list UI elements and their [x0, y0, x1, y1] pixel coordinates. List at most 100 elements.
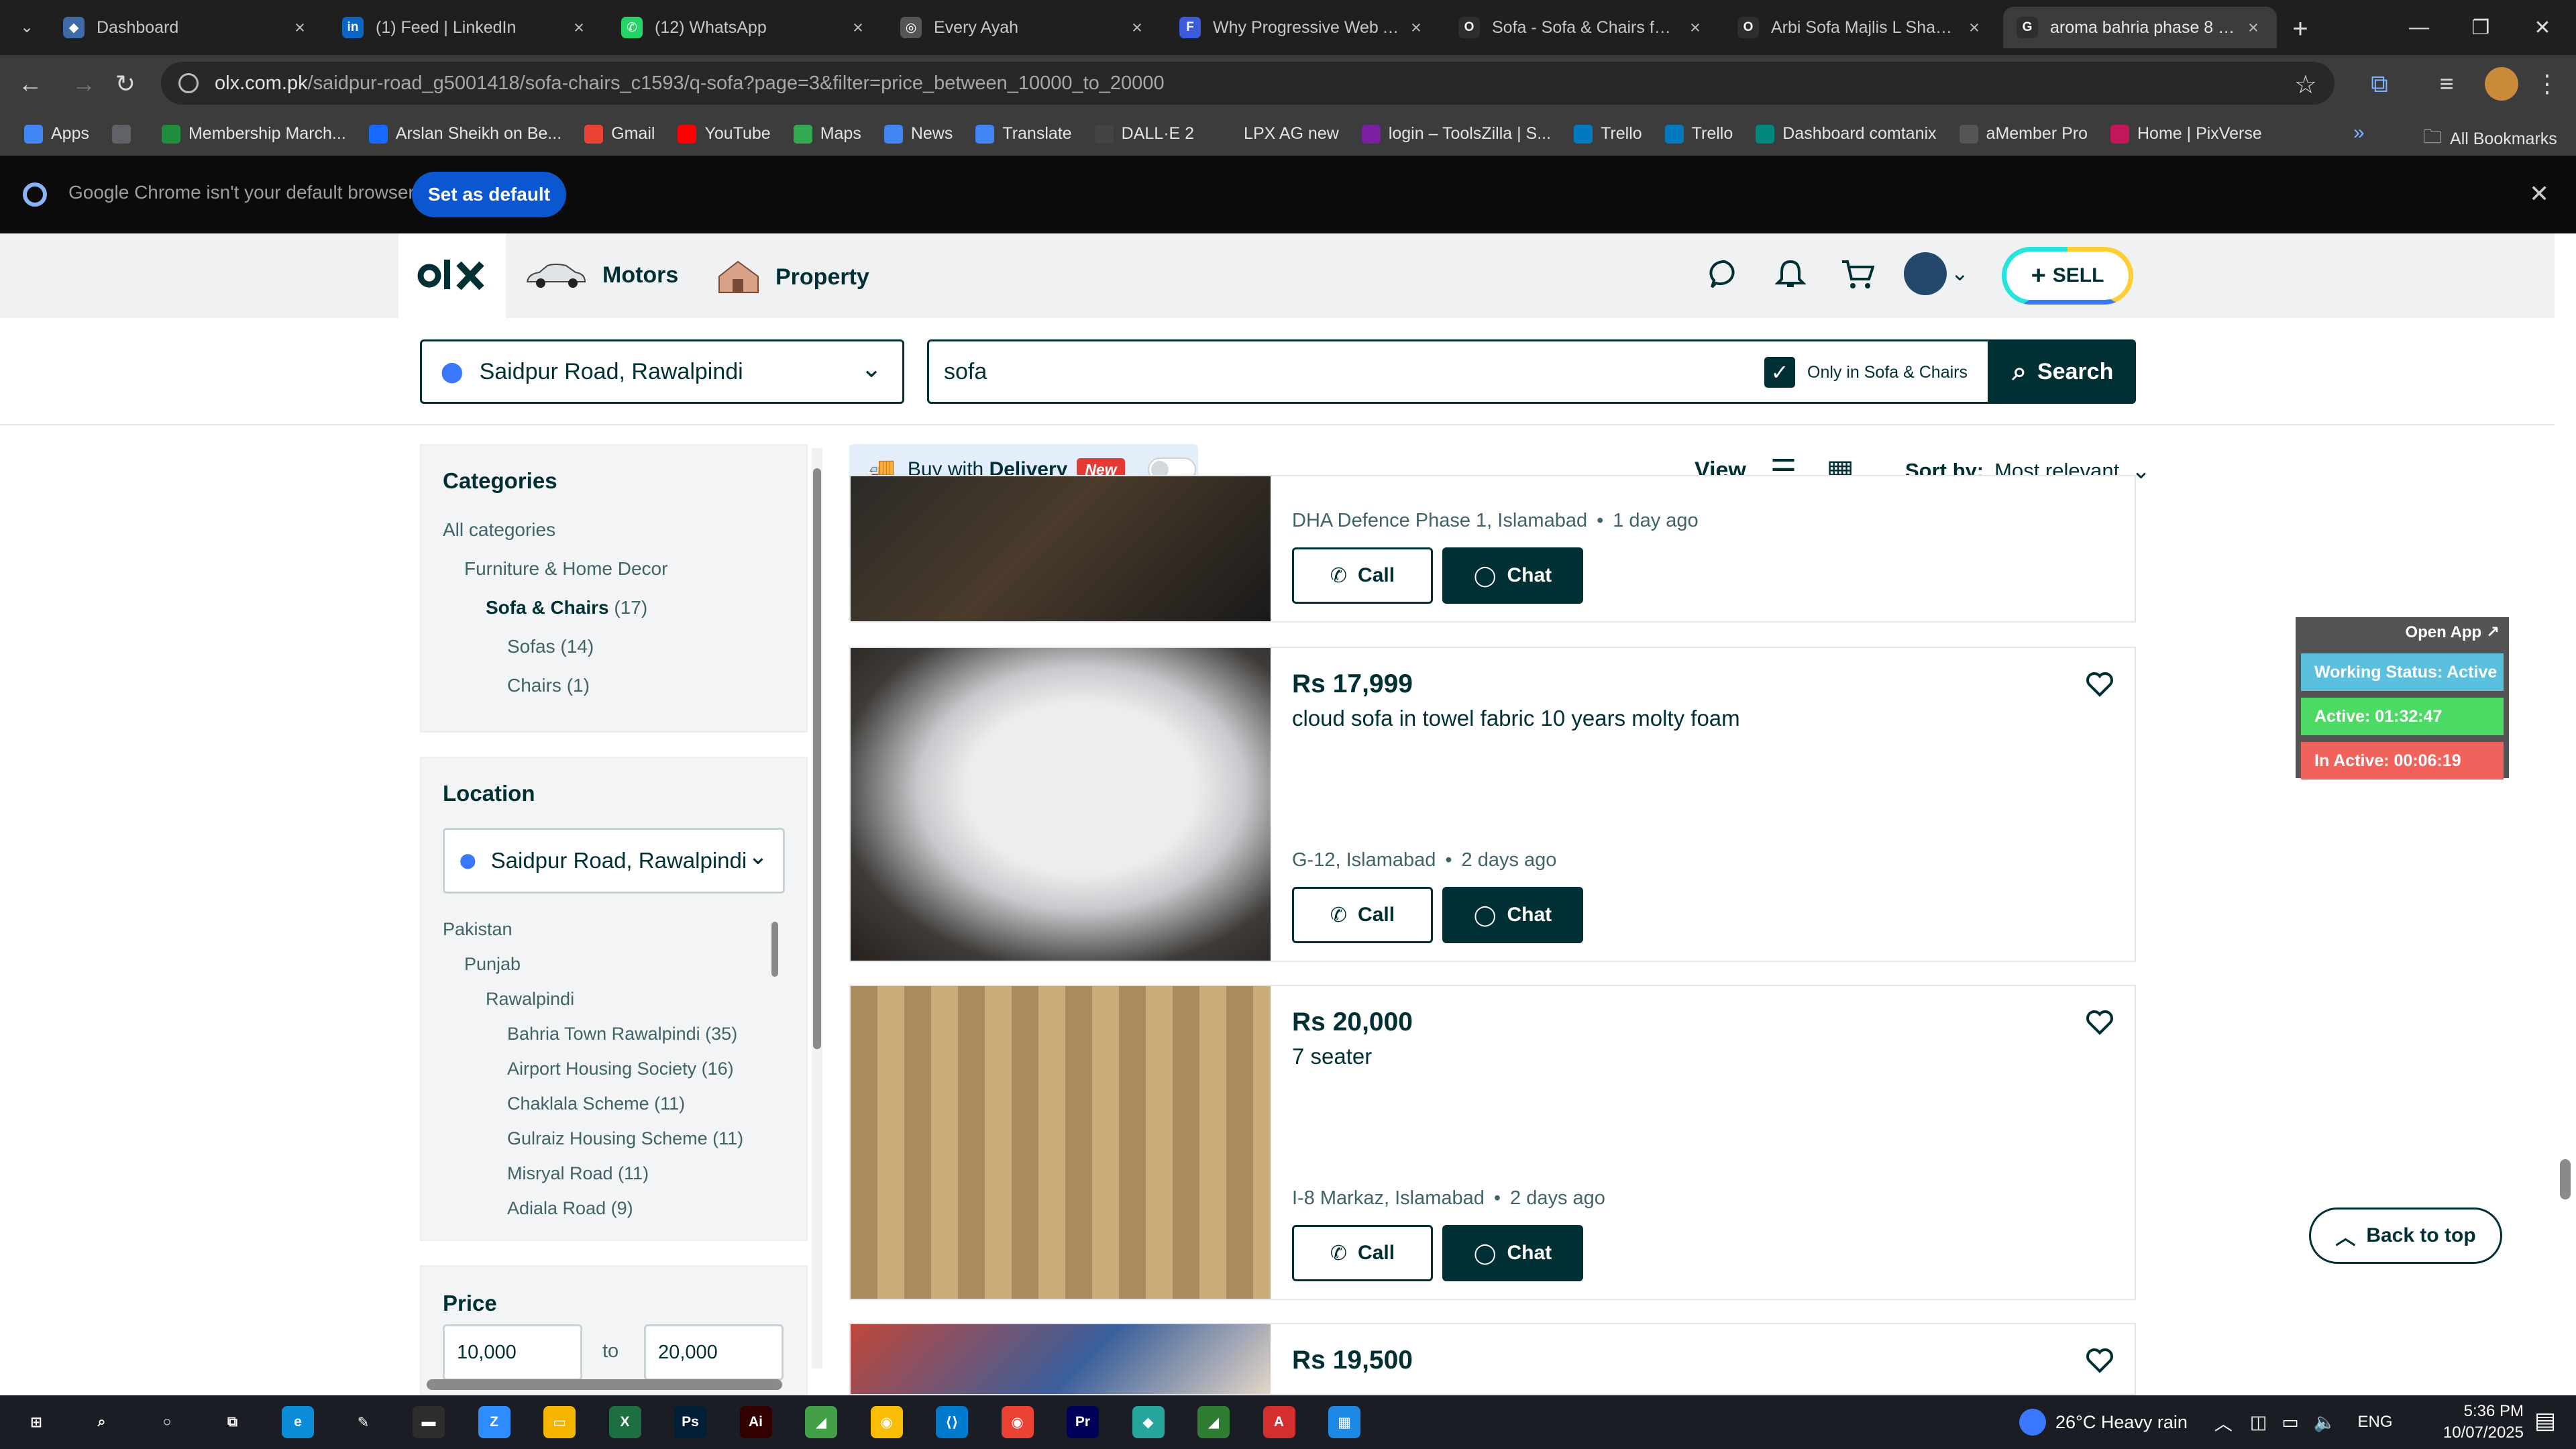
- search-icon[interactable]: ⌕: [85, 1406, 118, 1438]
- bookmark-star-icon[interactable]: ☆: [2294, 70, 2317, 100]
- call-button[interactable]: ✆ Call: [1292, 1225, 1433, 1281]
- tab-close-icon[interactable]: ×: [1127, 17, 1147, 38]
- tab-1[interactable]: in (1) Feed | LinkedIn ×: [329, 7, 602, 48]
- calculator-icon[interactable]: ▦: [1328, 1406, 1360, 1438]
- page-scrollbar[interactable]: [2555, 233, 2576, 1395]
- close-infobar-icon[interactable]: ✕: [2529, 180, 2549, 208]
- favorite-heart-icon[interactable]: [2085, 669, 2114, 699]
- listing-photo[interactable]: [851, 476, 1271, 621]
- listing-title[interactable]: 7 seater: [1292, 1044, 1372, 1069]
- listing-card[interactable]: DHA Defence Phase 1, Islamabad • 1 day ago…: [849, 475, 2136, 623]
- sidebar-scroll-thumb[interactable]: [813, 468, 821, 1049]
- tab-close-icon[interactable]: ×: [569, 17, 589, 38]
- sidebar-scrollbar[interactable]: [812, 448, 822, 1368]
- tab-close-icon[interactable]: ×: [1406, 17, 1426, 38]
- edge-icon[interactable]: e: [282, 1406, 314, 1438]
- chrome-active-icon[interactable]: ◉: [1001, 1406, 1034, 1438]
- restore-icon[interactable]: ❐: [2450, 0, 2512, 55]
- illustrator-icon[interactable]: Ai: [739, 1406, 772, 1438]
- pen-icon[interactable]: ✎: [347, 1406, 380, 1438]
- bookmark-item[interactable]: LPX AG new: [1217, 124, 1339, 144]
- back-to-top-button[interactable]: ︿ Back to top: [2309, 1208, 2502, 1264]
- tab-4[interactable]: F Why Progressive Web Ap ×: [1166, 7, 1440, 48]
- olx-logo[interactable]: [398, 233, 506, 318]
- location-select[interactable]: ⬤ Saidpur Road, Rawalpindi ⌄: [420, 339, 904, 404]
- sidebar-horizontal-scrollbar[interactable]: [427, 1379, 782, 1390]
- bookmark-item[interactable]: Apps: [24, 124, 89, 144]
- listing-card[interactable]: Rs 20,000 7 seater I-8 Markaz, Islamabad • 2…: [849, 985, 2136, 1300]
- taskview-icon[interactable]: ⧉: [216, 1406, 249, 1438]
- location-tree-item[interactable]: Misryal Road (11): [507, 1163, 649, 1184]
- back-icon[interactable]: ←: [12, 66, 48, 102]
- category-item[interactable]: Chairs (1): [507, 675, 590, 696]
- display-icon[interactable]: ▭: [2282, 1412, 2299, 1433]
- call-button[interactable]: ✆ Call: [1292, 547, 1433, 604]
- acrobat-icon[interactable]: A: [1263, 1406, 1295, 1438]
- cart-icon[interactable]: [1841, 259, 1875, 293]
- favorite-heart-icon[interactable]: [2085, 1008, 2114, 1037]
- bookmark-item[interactable]: Trello: [1664, 124, 1733, 144]
- tray-chevron-up-icon[interactable]: ︿: [2214, 1409, 2233, 1436]
- price-min-input[interactable]: 10,000: [443, 1324, 582, 1381]
- weather-text[interactable]: 26°C Heavy rain: [2055, 1412, 2188, 1433]
- excel-icon[interactable]: X: [608, 1406, 641, 1438]
- chrome-icon[interactable]: ◉: [870, 1406, 903, 1438]
- location-tree-item[interactable]: Rawalpindi: [486, 989, 574, 1010]
- location-tree-item[interactable]: Pakistan: [443, 919, 513, 940]
- tab-3[interactable]: ◎ Every Ayah ×: [887, 7, 1161, 48]
- chat-icon[interactable]: [1709, 259, 1740, 293]
- notification-center-icon[interactable]: ▤: [2534, 1407, 2556, 1434]
- tab-6[interactable]: O Arbi Sofa Majlis L Shape S ×: [1724, 7, 1998, 48]
- avatar-chevron-down-icon[interactable]: ⌄: [1951, 260, 1969, 286]
- set-as-default-button[interactable]: Set as default: [412, 172, 566, 217]
- app-blue-icon[interactable]: ◆: [1132, 1406, 1165, 1438]
- location-filter-select[interactable]: ⬤ Saidpur Road, Rawalpindi ⌄: [443, 828, 785, 894]
- nav-motors[interactable]: Motors: [523, 259, 678, 291]
- forward-icon[interactable]: →: [66, 66, 102, 102]
- location-tree-item[interactable]: Airport Housing Society (16): [507, 1059, 734, 1079]
- windows-icon[interactable]: ⊞: [20, 1406, 52, 1438]
- bookmark-item[interactable]: News: [883, 124, 953, 144]
- location-tree-item[interactable]: Punjab: [464, 954, 521, 975]
- bookmark-item[interactable]: [111, 124, 139, 144]
- listing-photo[interactable]: [851, 648, 1271, 961]
- tab-close-icon[interactable]: ×: [2243, 17, 2263, 38]
- cortana-icon[interactable]: ○: [151, 1406, 183, 1438]
- user-avatar[interactable]: [1904, 252, 1947, 295]
- bookmark-item[interactable]: aMember Pro: [1959, 124, 2088, 144]
- more-bookmarks-icon[interactable]: »: [2353, 121, 2365, 144]
- terminal-icon[interactable]: ▬: [413, 1406, 445, 1438]
- listing-photo[interactable]: [851, 986, 1271, 1299]
- call-button[interactable]: ✆ Call: [1292, 887, 1433, 943]
- chat-button[interactable]: ◯ Chat: [1442, 1225, 1583, 1281]
- tab-close-icon[interactable]: ×: [1685, 17, 1705, 38]
- category-item[interactable]: All categories: [443, 519, 555, 541]
- notification-bell-icon[interactable]: [1774, 259, 1807, 293]
- taskbar-clock[interactable]: 5:36 PM 10/07/2025: [2423, 1401, 2524, 1444]
- tab-close-icon[interactable]: ×: [290, 17, 310, 38]
- search-button[interactable]: ⌕ Search: [1990, 339, 2136, 404]
- site-info-icon[interactable]: [178, 73, 199, 93]
- bookmark-item[interactable]: Arslan Sheikh on Be...: [368, 124, 561, 144]
- chat-button[interactable]: ◯ Chat: [1442, 547, 1583, 604]
- app-green-icon[interactable]: ◢: [805, 1406, 837, 1438]
- price-max-input[interactable]: 20,000: [644, 1324, 784, 1381]
- close-window-icon[interactable]: ✕: [2512, 0, 2573, 55]
- menu-kebab-icon[interactable]: ⋮: [2529, 66, 2565, 102]
- chat-button[interactable]: ◯ Chat: [1442, 887, 1583, 943]
- bookmark-item[interactable]: Trello: [1574, 124, 1642, 144]
- app-green2-icon[interactable]: ◢: [1197, 1406, 1230, 1438]
- bookmark-item[interactable]: Translate: [975, 124, 1072, 144]
- tab-5[interactable]: O Sofa - Sofa & Chairs for s ×: [1445, 7, 1719, 48]
- premiere-icon[interactable]: Pr: [1067, 1406, 1099, 1438]
- bookmark-item[interactable]: Membership March...: [161, 124, 346, 144]
- sell-button[interactable]: + SELL: [2002, 247, 2133, 305]
- tab-0[interactable]: ◆ Dashboard ×: [50, 7, 323, 48]
- bookmark-item[interactable]: Home | PixVerse: [2110, 124, 2262, 144]
- tab-2[interactable]: ✆ (12) WhatsApp ×: [608, 7, 881, 48]
- new-tab-button[interactable]: +: [2284, 12, 2317, 46]
- bookmark-item[interactable]: login – ToolsZilla | S...: [1361, 124, 1551, 144]
- bookmark-item[interactable]: Maps: [793, 124, 861, 144]
- zoom-icon[interactable]: Z: [478, 1406, 511, 1438]
- category-item[interactable]: Sofa & Chairs (17): [486, 597, 647, 619]
